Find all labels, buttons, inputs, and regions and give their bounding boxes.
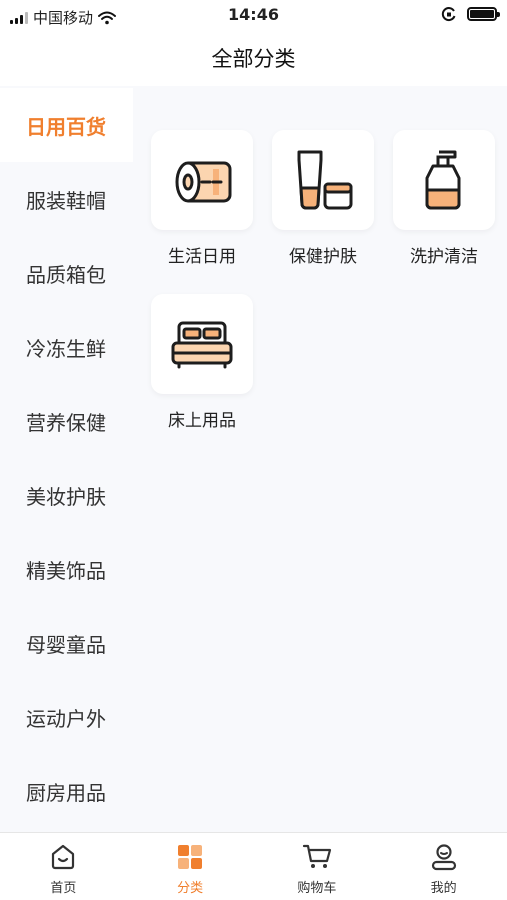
- category-body: 日用百货 服装鞋帽 品质箱包 冷冻生鲜 营养保健 美妆护肤 精美饰品 母婴童品 …: [0, 86, 507, 832]
- tab-category[interactable]: 分类: [127, 833, 254, 900]
- sidebar-item-bags[interactable]: 品质箱包: [0, 236, 133, 310]
- tab-bar: 首页 分类 购物车 我的: [0, 832, 507, 900]
- status-time: 14:46: [228, 5, 279, 24]
- subcategory-item[interactable]: 洗护清洁: [393, 130, 495, 267]
- subcategory-tile: [393, 130, 495, 230]
- sidebar-item-label: 母婴童品: [26, 632, 106, 657]
- sidebar-item-label: 品质箱包: [26, 262, 106, 287]
- page-title: 全部分类: [211, 47, 296, 71]
- sidebar-item-nutrition[interactable]: 营养保健: [0, 384, 133, 458]
- nav-bar: 全部分类: [0, 30, 507, 86]
- subcategory-label: 床上用品: [168, 411, 236, 431]
- subcategory-tile: [272, 130, 374, 230]
- profile-icon: [431, 844, 456, 871]
- toilet-paper-icon: [175, 161, 232, 203]
- sidebar-item-beauty[interactable]: 美妆护肤: [0, 458, 133, 532]
- subcategory-item[interactable]: 床上用品: [151, 294, 253, 431]
- sidebar-item-accessories[interactable]: 精美饰品: [0, 532, 133, 606]
- sidebar-item-outdoor[interactable]: 运动户外: [0, 680, 133, 754]
- subcategory-item[interactable]: 保健护肤: [272, 130, 374, 267]
- subcategory-tile: [151, 130, 253, 230]
- tab-profile[interactable]: 我的: [380, 833, 507, 900]
- subcategory-tile: [151, 294, 253, 394]
- subcategory-label: 保健护肤: [289, 247, 357, 267]
- soap-pump-icon: [425, 150, 461, 210]
- rotation-lock-icon: [441, 7, 456, 22]
- category-sidebar: 日用百货 服装鞋帽 品质箱包 冷冻生鲜 营养保健 美妆护肤 精美饰品 母婴童品 …: [0, 86, 133, 832]
- sidebar-item-label: 营养保健: [26, 410, 106, 435]
- bed-icon: [171, 321, 233, 369]
- subcategory-label: 生活日用: [168, 247, 236, 267]
- sidebar-item-label: 冷冻生鲜: [26, 336, 106, 361]
- cart-icon: [302, 844, 331, 868]
- sidebar-item-kitchen[interactable]: 厨房用品: [0, 754, 133, 828]
- sidebar-item-label: 美妆护肤: [26, 484, 106, 509]
- tab-cart[interactable]: 购物车: [254, 833, 381, 900]
- tab-label: 首页: [50, 881, 77, 896]
- tab-label: 购物车: [297, 881, 337, 896]
- status-right: [441, 6, 500, 22]
- sidebar-item-frozen-fresh[interactable]: 冷冻生鲜: [0, 310, 133, 384]
- sidebar-item-label: 精美饰品: [26, 558, 106, 583]
- sidebar-item-apparel[interactable]: 服装鞋帽: [0, 162, 133, 236]
- sidebar-item-label: 厨房用品: [26, 780, 106, 805]
- home-icon: [52, 844, 75, 870]
- tab-label: 分类: [177, 881, 204, 896]
- subcategory-grid: 生活日用 保健护肤 洗护清洁 床上用品: [133, 86, 507, 832]
- subcategory-item[interactable]: 生活日用: [151, 130, 253, 267]
- sidebar-item-daily-goods[interactable]: 日用百货: [0, 88, 133, 162]
- status-bar: 中国移动 14:46: [0, 0, 507, 30]
- sidebar-item-label: 运动户外: [26, 706, 106, 731]
- tab-label: 我的: [430, 881, 457, 896]
- skincare-tube-icon: [297, 150, 353, 210]
- sidebar-item-label: 日用百货: [26, 114, 106, 139]
- tab-home[interactable]: 首页: [0, 833, 127, 900]
- battery-icon: [467, 7, 500, 21]
- subcategory-label: 洗护清洁: [410, 247, 478, 267]
- category-grid-icon: [178, 845, 203, 869]
- sidebar-item-baby[interactable]: 母婴童品: [0, 606, 133, 680]
- sidebar-item-label: 服装鞋帽: [26, 188, 106, 213]
